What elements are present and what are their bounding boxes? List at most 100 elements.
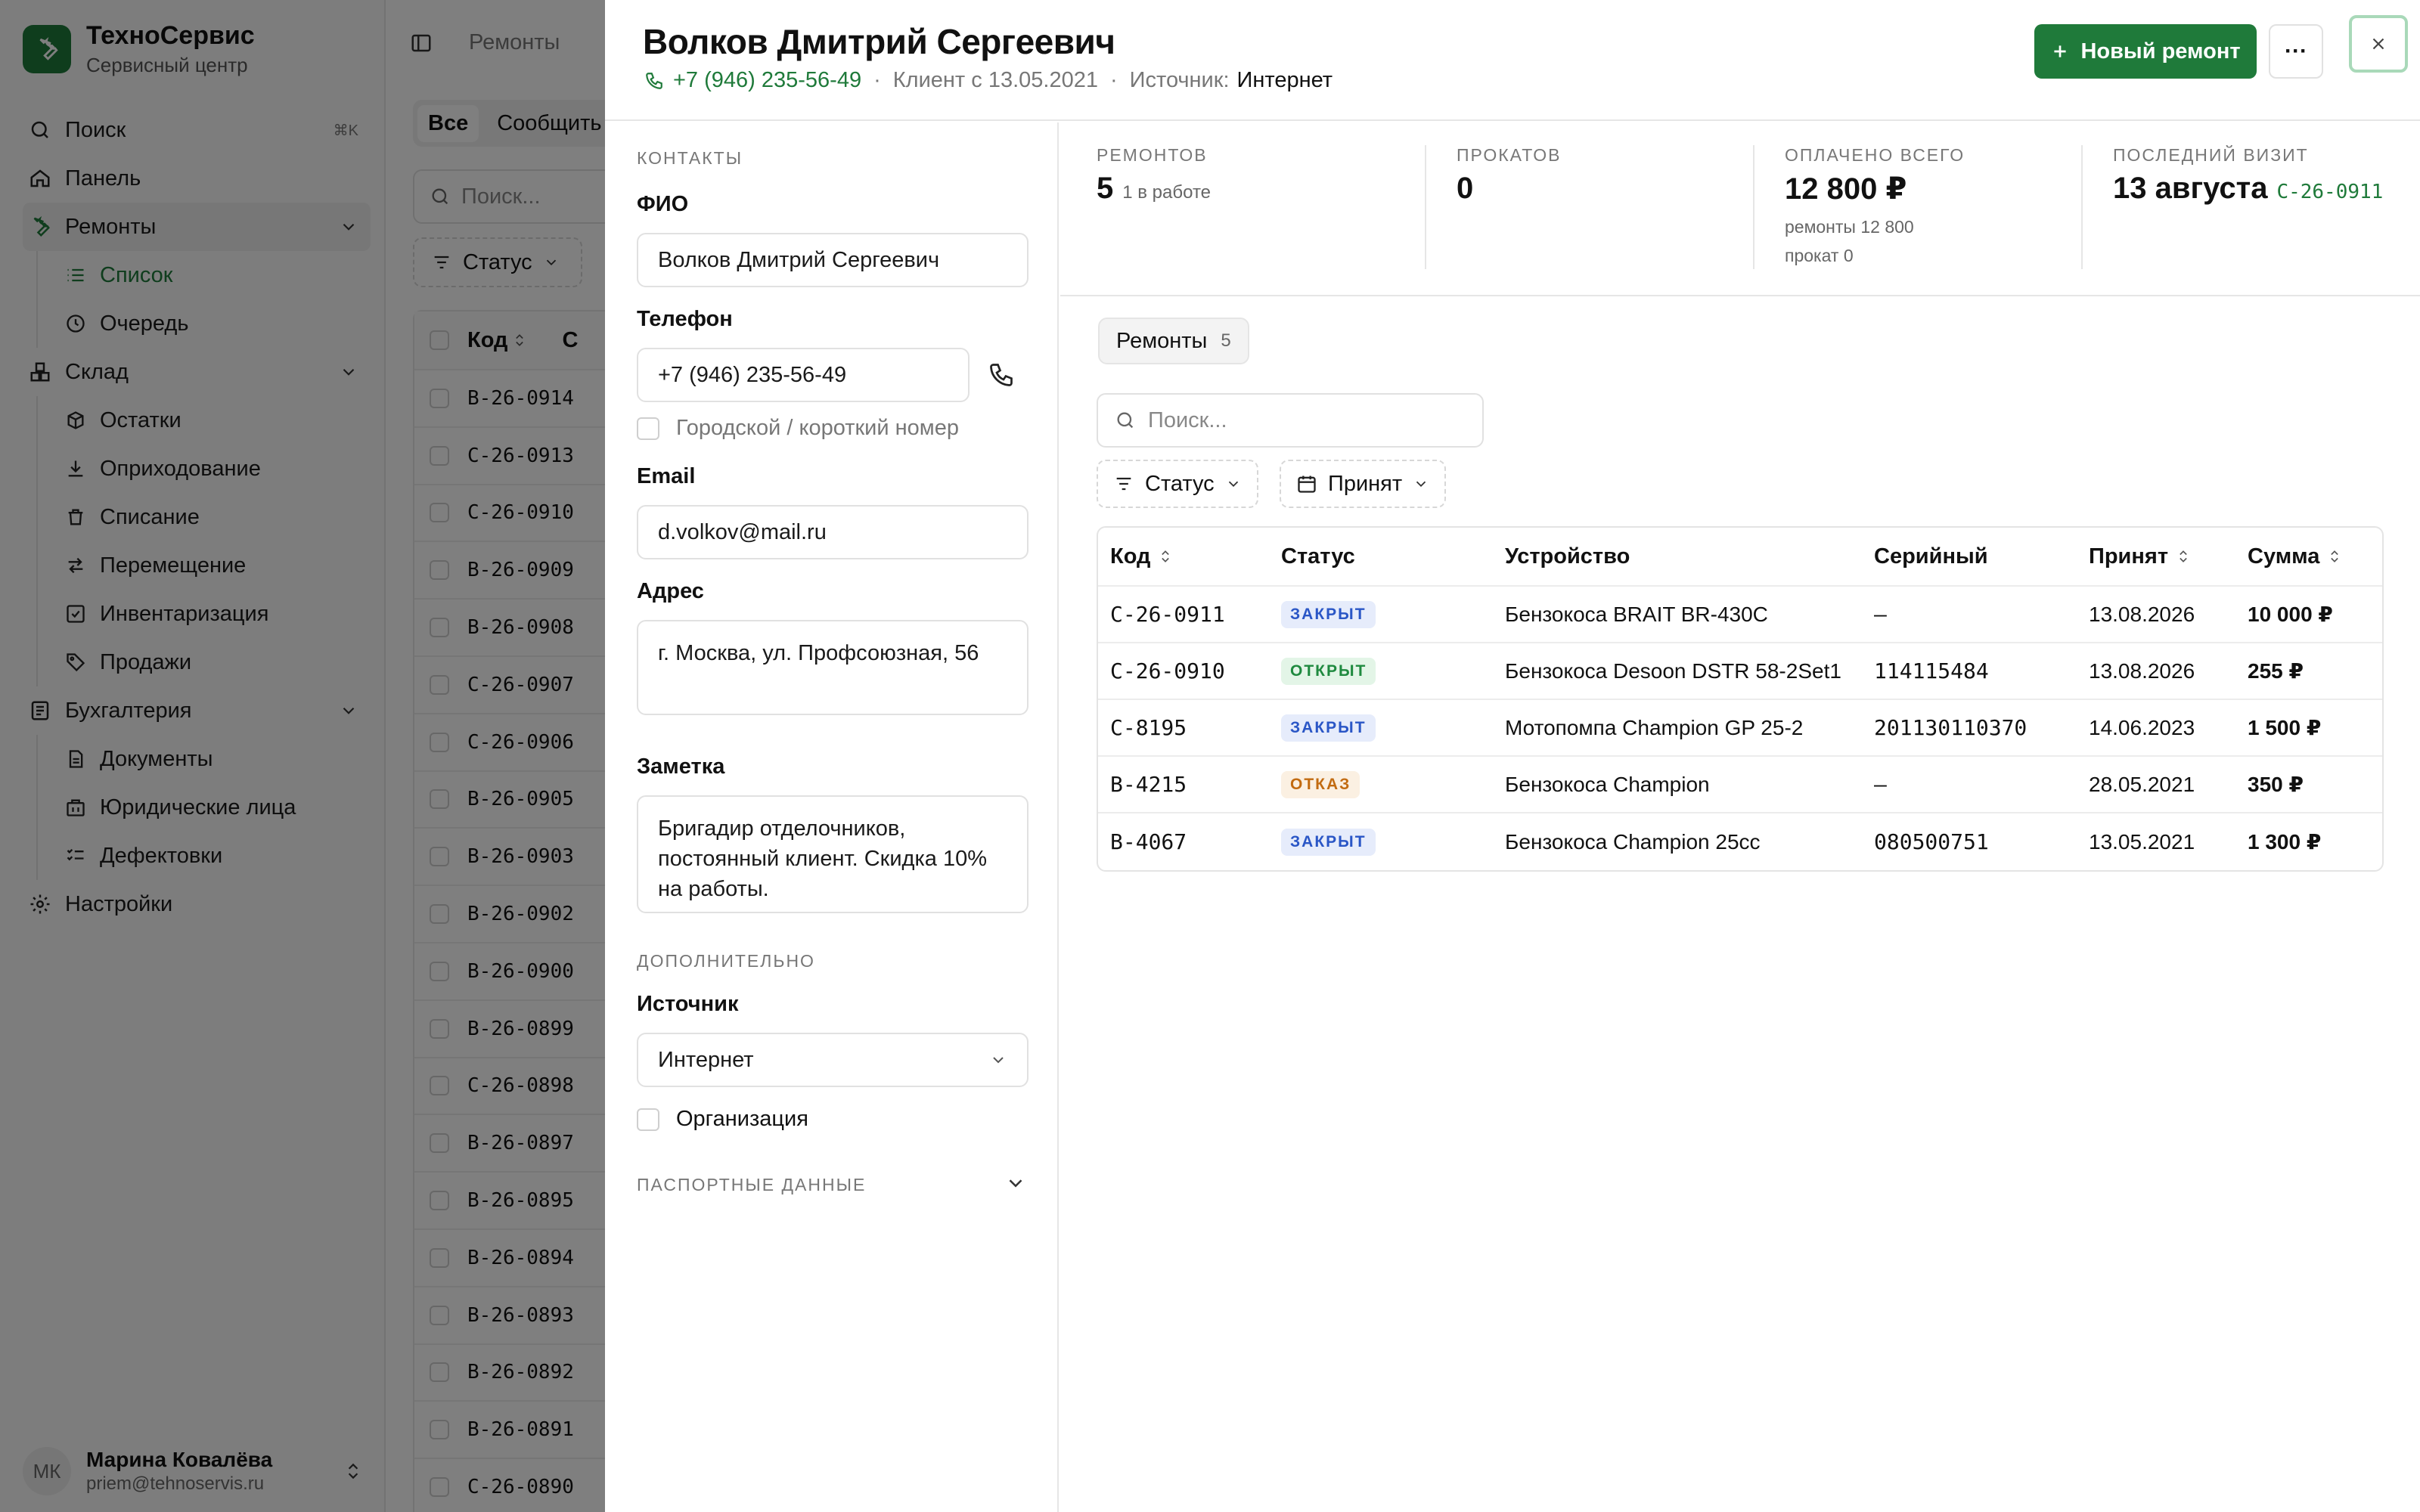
column-code[interactable]: Код — [1110, 544, 1173, 569]
column-device: Устройство — [1505, 544, 1630, 569]
column-status: Статус — [1281, 544, 1355, 569]
repair-code[interactable]: B-4215 — [1110, 772, 1187, 797]
client-name-title: Волков Дмитрий Сергеевич — [643, 22, 1115, 61]
close-button[interactable] — [2349, 15, 2408, 73]
client-drawer: Волков Дмитрий Сергеевич +7 (946) 235-56… — [605, 0, 2420, 1512]
table-header: Код Статус Устройство Серийный Принят Су… — [1098, 528, 2382, 587]
date-cell: 13.08.2026 — [2089, 658, 2195, 683]
sum-cell: 10 000 ₽ — [2248, 603, 2333, 626]
client-source-label: Источник: — [1129, 68, 1230, 92]
address-field[interactable]: г. Москва, ул. Профсоюзная, 56 — [637, 620, 1028, 715]
column-label: Сумма — [2248, 544, 2320, 569]
email-field[interactable]: d.volkov@mail.ru — [637, 505, 1028, 559]
device-cell: Бензокоса BRAIT BR-430C — [1505, 602, 1768, 626]
stat-label: РЕМОНТОВ — [1097, 145, 1208, 165]
status-cell: ОТКРЫТ — [1281, 657, 1376, 685]
filter-icon — [1116, 477, 1131, 491]
more-actions-button[interactable]: ··· — [2269, 24, 2323, 79]
serial-cell: 114115484 — [1874, 658, 1989, 683]
device-cell: Бензокоса Champion 25cc — [1505, 829, 1761, 854]
client-since: Клиент с 13.05.2021 — [892, 68, 1098, 92]
client-phone-link[interactable]: +7 (946) 235-56-49 — [644, 68, 861, 93]
status-badge: ЗАКРЫТ — [1281, 828, 1376, 856]
client-header: Волков Дмитрий Сергеевич +7 (946) 235-56… — [605, 0, 2420, 121]
chevron-down-icon — [993, 1057, 1004, 1064]
tab-label: Ремонты — [1116, 328, 1208, 353]
table-row[interactable]: C-26-0911 ЗАКРЫТ Бензокоса BRAIT BR-430C — 1… — [1098, 587, 2382, 643]
column-date[interactable]: Принят — [2089, 544, 2191, 569]
repairs-search-input[interactable]: Поиск... — [1097, 393, 1484, 448]
filter-label: Принят — [1328, 471, 1403, 496]
tab-count: 5 — [1221, 330, 1231, 351]
email-label: Email — [637, 464, 696, 488]
status-cell: ЗАКРЫТ — [1281, 600, 1376, 628]
note-label: Заметка — [637, 754, 725, 779]
status-badge: ОТКАЗ — [1281, 770, 1360, 798]
date-cell: 13.08.2026 — [2089, 602, 2195, 626]
source-select-value: Интернет — [658, 1047, 754, 1072]
repair-code[interactable]: C-26-0910 — [1110, 658, 1225, 683]
serial-cell: 080500751 — [1874, 829, 1989, 854]
chevron-down-icon[interactable] — [1004, 1172, 1027, 1194]
stat-value: 5 — [1097, 172, 1114, 205]
short-number-checkbox[interactable]: Городской / короткий номер — [637, 416, 959, 441]
stat-label: ПРОКАТОВ — [1457, 145, 1562, 165]
date-cell: 13.05.2021 — [2089, 829, 2195, 854]
client-meta: +7 (946) 235-56-49 · Клиент с 13.05.2021… — [644, 68, 1333, 93]
phone-field[interactable]: +7 (946) 235-56-49 — [637, 348, 970, 402]
meta-separator: · — [1109, 68, 1118, 92]
sum-cell: 1 500 ₽ — [2248, 716, 2322, 739]
column-label: Статус — [1281, 544, 1355, 569]
stat-paid: ОПЛАЧЕНО ВСЕГО 12 800 ₽ ремонты 12 800 пр… — [1785, 145, 1965, 270]
divider — [1753, 145, 1754, 269]
source-select[interactable]: Интернет — [637, 1033, 1028, 1087]
sum-cell: 1 300 ₽ — [2248, 830, 2322, 854]
date-filter-button[interactable]: Принят — [1280, 460, 1447, 508]
sum-cell: 255 ₽ — [2248, 659, 2304, 683]
stat-last-visit: ПОСЛЕДНИЙ ВИЗИТ 13 августа C-26-0911 — [2113, 145, 2383, 206]
organization-checkbox[interactable]: Организация — [637, 1107, 808, 1132]
fio-label: ФИО — [637, 192, 689, 216]
fio-field[interactable]: Волков Дмитрий Сергеевич — [637, 233, 1028, 287]
status-filter-button[interactable]: Статус — [1097, 460, 1258, 508]
status-cell: ОТКАЗ — [1281, 770, 1360, 798]
short-number-label: Городской / короткий номер — [676, 416, 959, 440]
table-row[interactable]: C-26-0910 ОТКРЫТ Бензокоса Desoon DSTR 58-… — [1098, 643, 2382, 700]
checkbox-box — [637, 1108, 659, 1131]
serial-cell: — — [1874, 772, 1887, 797]
table-row[interactable]: C-8195 ЗАКРЫТ Мотопомпа Champion GP 25-2 20… — [1098, 700, 2382, 757]
filter-label: Статус — [1145, 471, 1215, 496]
divider — [2081, 145, 2083, 269]
modal-overlay[interactable] — [0, 0, 605, 1512]
column-serial: Серийный — [1874, 544, 1988, 569]
column-sum[interactable]: Сумма — [2248, 544, 2342, 569]
device-cell: Мотопомпа Champion GP 25-2 — [1505, 715, 1804, 739]
date-cell: 14.06.2023 — [2089, 715, 2195, 739]
tab-repairs[interactable]: Ремонты 5 — [1098, 318, 1249, 364]
phone-icon — [990, 364, 1013, 386]
stat-repairs: РЕМОНТОВ 5 1 в работе — [1097, 145, 1211, 206]
status-badge: ЗАКРЫТ — [1281, 600, 1376, 628]
repair-code[interactable]: C-8195 — [1110, 715, 1187, 740]
client-phone: +7 (946) 235-56-49 — [673, 68, 862, 92]
repair-code[interactable]: B-4067 — [1110, 829, 1187, 854]
repair-code[interactable]: C-26-0911 — [1110, 602, 1225, 627]
column-label: Устройство — [1505, 544, 1630, 569]
note-field[interactable]: Бригадир отделочников, постоянный клиент… — [637, 795, 1028, 913]
device-cell: Бензокоса Champion — [1505, 772, 1710, 796]
calendar-icon — [1298, 476, 1316, 493]
client-repairs-table: Код Статус Устройство Серийный Принят Су… — [1097, 526, 2384, 872]
column-label: Принят — [2089, 544, 2169, 569]
stat-rentals: ПРОКАТОВ 0 — [1457, 145, 1561, 206]
organization-label: Организация — [676, 1107, 808, 1131]
table-row[interactable]: B-4215 ОТКАЗ Бензокоса Champion — 28.05.2021… — [1098, 757, 2382, 813]
stat-value: 12 800 ₽ — [1785, 172, 1907, 206]
contacts-section-title: КОНТАКТЫ — [637, 148, 743, 168]
table-row[interactable]: B-4067 ЗАКРЫТ Бензокоса Champion 25cc 08050… — [1098, 813, 2382, 870]
last-visit-code-link[interactable]: C-26-0911 — [2276, 181, 2383, 203]
call-button[interactable] — [988, 361, 1015, 392]
passport-section-toggle[interactable]: ПАСПОРТНЫЕ ДАННЫЕ — [637, 1175, 866, 1195]
new-repair-button[interactable]: Новый ремонт — [2034, 24, 2257, 79]
date-cell: 28.05.2021 — [2089, 772, 2195, 796]
client-source-value: Интернет — [1236, 68, 1333, 92]
